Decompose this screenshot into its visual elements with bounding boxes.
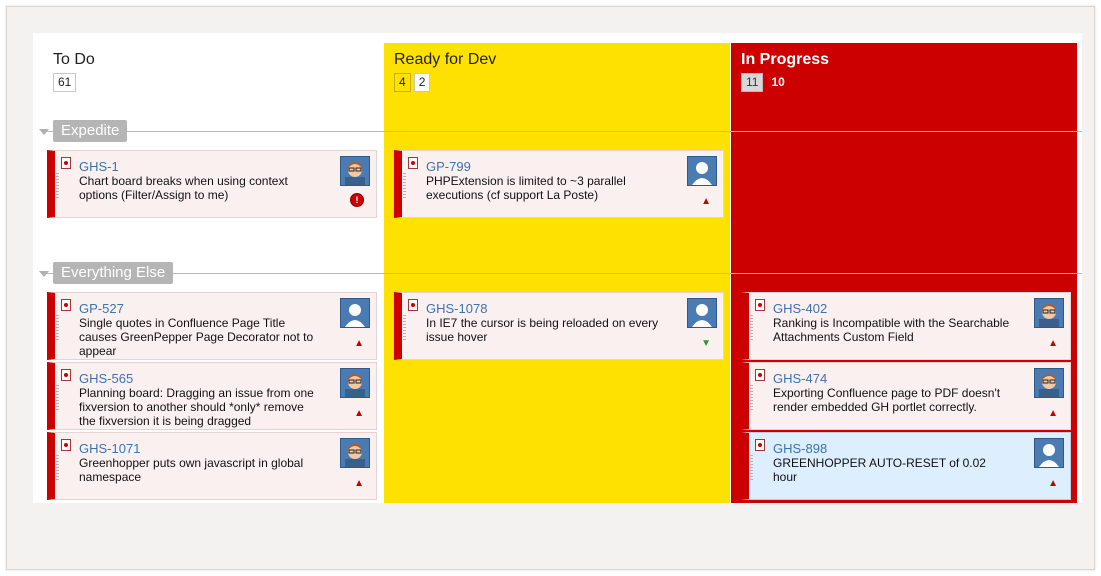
bug-type-icon (755, 369, 765, 381)
issue-card[interactable]: GHS-1 Chart board breaks when using cont… (47, 150, 377, 218)
swimlane-divider (41, 131, 1082, 132)
issue-summary: Single quotes in Confluence Page Title c… (79, 316, 314, 358)
swimlane-everything-else[interactable]: Everything Else (53, 262, 174, 284)
bug-type-icon (755, 299, 765, 311)
bug-type-icon (61, 439, 71, 451)
person-avatar-icon (340, 156, 370, 186)
bug-type-icon (755, 439, 765, 451)
bug-type-icon (408, 157, 418, 169)
issue-summary: Planning board: Dragging an issue from o… (79, 386, 314, 428)
bug-type-icon (61, 369, 71, 381)
drag-handle-icon[interactable] (56, 385, 59, 411)
priority-up-icon: ▲ (1048, 478, 1058, 489)
issue-summary: Ranking is Incompatible with the Searcha… (773, 316, 1010, 344)
drag-handle-icon[interactable] (56, 315, 59, 341)
priority-up-icon: ▲ (354, 338, 364, 349)
person-avatar-icon (1034, 368, 1064, 398)
priority-up-icon: ▲ (1048, 408, 1058, 419)
priority-up-icon: ▲ (701, 196, 711, 207)
default-avatar-icon (340, 298, 370, 328)
priority-up-icon: ▲ (354, 478, 364, 489)
issue-count-badge: 11 (741, 73, 764, 92)
column-badges: 4 2 (394, 73, 431, 92)
drag-handle-icon[interactable] (750, 455, 753, 481)
issue-card-selected[interactable]: GHS-898 GREENHOPPER AUTO-RESET of 0.02 h… (741, 432, 1071, 500)
issue-key-link[interactable]: GHS-898 (773, 441, 827, 456)
issue-count-badge: 61 (53, 73, 77, 92)
chevron-down-icon[interactable] (39, 271, 49, 277)
issue-key-link[interactable]: GP-527 (79, 301, 124, 316)
drag-handle-icon[interactable] (750, 315, 753, 341)
person-avatar-icon (340, 368, 370, 398)
priority-up-icon: ▲ (1048, 338, 1058, 349)
min-limit-badge: 4 (394, 73, 411, 92)
swimlane-expedite[interactable]: Expedite (53, 120, 128, 142)
bug-type-icon (61, 157, 71, 169)
drag-handle-icon[interactable] (403, 315, 406, 341)
drag-handle-icon[interactable] (403, 173, 406, 199)
issue-card[interactable]: GHS-402 Ranking is Incompatible with the… (741, 292, 1071, 360)
issue-card[interactable]: GHS-1071 Greenhopper puts own javascript… (47, 432, 377, 500)
person-avatar-icon (340, 438, 370, 468)
issue-card[interactable]: GP-799 PHPExtension is limited to ~3 par… (394, 150, 724, 218)
issue-summary: Exporting Confluence page to PDF doesn't… (773, 386, 1001, 414)
person-avatar-icon (1034, 298, 1064, 328)
swimlane-divider (41, 273, 1082, 274)
bug-type-icon (408, 299, 418, 311)
issue-key-link[interactable]: GHS-1071 (79, 441, 140, 456)
issue-card[interactable]: GP-527 Single quotes in Confluence Page … (47, 292, 377, 360)
issue-card[interactable]: GHS-474 Exporting Confluence page to PDF… (741, 362, 1071, 430)
priority-down-icon: ▼ (701, 338, 711, 349)
agile-board: To Do 61 Ready for Dev 4 2 In Progress 1… (33, 33, 1082, 503)
issue-key-link[interactable]: GP-799 (426, 159, 471, 174)
issue-summary: In IE7 the cursor is being reloaded on e… (426, 316, 659, 344)
issue-key-link[interactable]: GHS-565 (79, 371, 133, 386)
issue-key-link[interactable]: GHS-474 (773, 371, 827, 386)
issue-card[interactable]: GHS-565 Planning board: Dragging an issu… (47, 362, 377, 430)
issue-key-link[interactable]: GHS-1 (79, 159, 119, 174)
chevron-down-icon[interactable] (39, 129, 49, 135)
blocker-icon: ! (350, 193, 364, 207)
column-badges: 11 10 (741, 73, 790, 92)
issue-summary: Greenhopper puts own javascript in globa… (79, 456, 304, 484)
max-limit-badge: 10 (766, 73, 790, 92)
column-title: In Progress (741, 51, 830, 68)
screenshot-frame: To Do 61 Ready for Dev 4 2 In Progress 1… (6, 6, 1095, 570)
drag-handle-icon[interactable] (56, 455, 59, 481)
default-avatar-icon (687, 156, 717, 186)
issue-summary: Chart board breaks when using context op… (79, 174, 288, 202)
column-title: Ready for Dev (394, 51, 497, 68)
column-title: To Do (53, 51, 95, 68)
issue-summary: PHPExtension is limited to ~3 parallel e… (426, 174, 626, 202)
issue-summary: GREENHOPPER AUTO-RESET of 0.02 hour (773, 456, 986, 484)
issue-count-badge: 2 (413, 73, 431, 92)
default-avatar-icon (1034, 438, 1064, 468)
bug-type-icon (61, 299, 71, 311)
issue-key-link[interactable]: GHS-402 (773, 301, 827, 316)
drag-handle-icon[interactable] (56, 173, 59, 199)
drag-handle-icon[interactable] (750, 385, 753, 411)
issue-card[interactable]: GHS-1078 In IE7 the cursor is being relo… (394, 292, 724, 360)
priority-up-icon: ▲ (354, 408, 364, 419)
default-avatar-icon (687, 298, 717, 328)
issue-key-link[interactable]: GHS-1078 (426, 301, 487, 316)
column-badges: 61 (53, 73, 77, 92)
